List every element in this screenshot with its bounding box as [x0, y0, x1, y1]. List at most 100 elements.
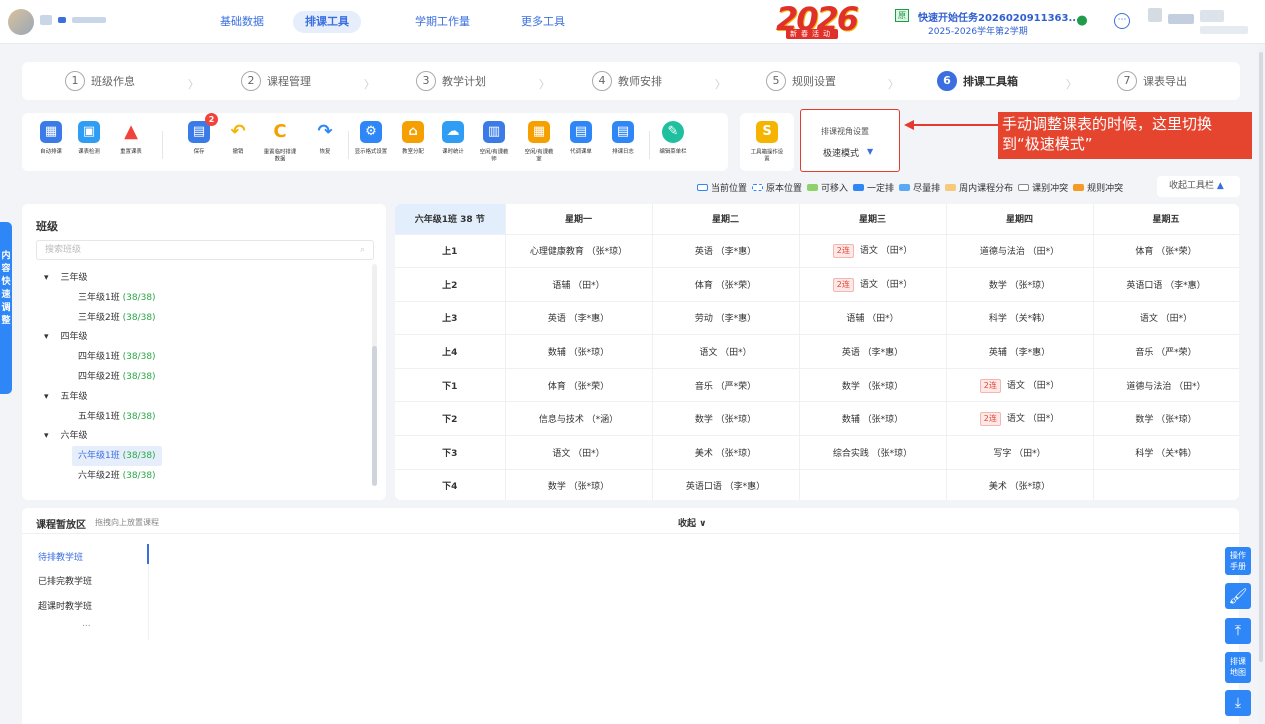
scrollbar-thumb[interactable]	[372, 346, 377, 486]
tab-pending-classes[interactable]: 待排教学班	[38, 550, 83, 563]
nav-more-tools[interactable]: 更多工具	[509, 11, 577, 33]
timetable-cell[interactable]: 英语 （李*惠）	[799, 334, 947, 369]
timetable-cell[interactable]: 道德与法治 （田*）	[946, 234, 1094, 269]
tool-edit-menu-button[interactable]: ✎ 编辑菜单栏	[654, 121, 692, 156]
timetable-cell[interactable]	[1093, 469, 1239, 500]
step-6[interactable]: 6 排课工具箱	[937, 70, 1018, 92]
wechat-icon[interactable]: ●	[1074, 13, 1090, 29]
tool-save-button[interactable]: ▤ 2 保存	[180, 113, 218, 156]
page-scrollbar[interactable]	[1258, 46, 1264, 724]
timetable-cell[interactable]: 2连 语文 （田*）	[799, 234, 947, 269]
class-tree-scrollbar[interactable]	[372, 264, 377, 486]
schedule-map-button[interactable]: 排课地图	[1225, 652, 1251, 683]
nav-term-workload[interactable]: 学期工作量	[403, 11, 482, 33]
timetable-cell[interactable]: 数学 （张*琼）	[1093, 401, 1239, 437]
step-4[interactable]: 4 教师安排	[592, 70, 662, 92]
paint-brush-icon[interactable]: 🖌	[1225, 583, 1251, 609]
caret-down-icon[interactable]: ▼	[867, 147, 873, 156]
timetable-cell[interactable]: 数辅 （张*琼）	[505, 334, 653, 369]
tool-display-settings-button[interactable]: ⚙ 显示格式设置	[352, 121, 390, 156]
timetable-cell[interactable]: 体育 （张*荣）	[1093, 234, 1239, 269]
tree-grade[interactable]: ▾ 四年级	[44, 327, 88, 347]
timetable-cell[interactable]: 语文 （田*）	[652, 334, 800, 369]
toolbox-settings-button[interactable]: S 工具箱操作设置	[748, 121, 786, 164]
caret-down-icon[interactable]: ▾	[44, 431, 49, 441]
timetable-cell[interactable]: 英语 （李*惠）	[505, 301, 653, 336]
tree-grade[interactable]: ▾ 六年级	[44, 426, 88, 446]
timetable-cell[interactable]: 综合实践 （张*琼）	[799, 435, 947, 470]
timetable-cell[interactable]: 科学 （关*韩）	[1093, 435, 1239, 470]
caret-down-icon[interactable]: ▾	[44, 392, 49, 402]
timetable-cell[interactable]: 数学 （张*琼）	[799, 367, 947, 403]
timetable-cell[interactable]: 2连 语文 （田*）	[799, 267, 947, 302]
tab-finished-classes[interactable]: 已排完教学班	[38, 574, 92, 587]
view-mode-select[interactable]: 极速模式	[823, 146, 859, 159]
timetable-cell[interactable]: 道德与法治 （田*）	[1093, 367, 1239, 403]
timetable-cell[interactable]: 数学 （张*琼）	[946, 267, 1094, 302]
user-avatar[interactable]	[1148, 8, 1162, 22]
step-2[interactable]: 2 课程管理	[241, 70, 311, 92]
message-icon[interactable]: ⋯	[1114, 13, 1130, 29]
step-3[interactable]: 3 教学计划	[416, 70, 486, 92]
tool-teacher-free-button[interactable]: ▥ 空闲/有课教师	[475, 121, 513, 164]
tree-grade[interactable]: ▾ 五年级	[44, 387, 88, 407]
manual-button[interactable]: 操作手册	[1225, 547, 1251, 575]
timetable-cell[interactable]: 数学 （张*琼）	[652, 401, 800, 437]
task-title[interactable]: 快速开始任务2026020911363...	[918, 9, 1080, 24]
collapse-toolbar-button[interactable]: 收起工具栏 ▲	[1157, 176, 1240, 197]
timetable-cell[interactable]: 语文 （田*）	[505, 435, 653, 470]
step-7[interactable]: 7 课表导出	[1117, 70, 1187, 92]
timetable-cell[interactable]: 体育 （张*荣）	[652, 267, 800, 302]
step-1[interactable]: 1 班级作息	[65, 70, 135, 92]
tool-cloud-stats-button[interactable]: ☁ 课时统计	[434, 121, 472, 156]
tool-room-free-button[interactable]: ▦ 空闲/有课教室	[520, 121, 558, 164]
tree-class[interactable]: 六年级2班 (38/38)	[78, 466, 156, 486]
timetable-cell[interactable]: 数辅 （张*琼）	[799, 401, 947, 437]
tree-class[interactable]: 五年级1班 (38/38)	[78, 407, 156, 427]
timetable-cell[interactable]: 英语口语 （李*惠）	[1093, 267, 1239, 302]
timetable-cell[interactable]: 语文 （田*）	[1093, 301, 1239, 336]
toolbox-settings[interactable]: S 工具箱操作设置	[740, 113, 794, 171]
timetable-cell[interactable]: 英语 （李*惠）	[652, 234, 800, 269]
timetable-cell[interactable]: 美术 （张*琼）	[946, 469, 1094, 500]
tool-classroom-button[interactable]: ⌂ 教室分配	[394, 121, 432, 156]
timetable-cell[interactable]: 语辅 （田*）	[505, 267, 653, 302]
tree-class[interactable]: 六年级1班 (38/38)	[72, 446, 162, 467]
timetable-cell[interactable]: 体育 （张*荣）	[505, 367, 653, 403]
class-search-input[interactable]: 搜索班级 ⌕	[36, 240, 374, 260]
tab-more[interactable]: ...	[82, 619, 91, 629]
tool-substitute-button[interactable]: ▤ 代调课单	[562, 121, 600, 156]
tool-warning-button[interactable]: ▲ 重置课表	[112, 121, 150, 156]
tree-class[interactable]: 三年级2班 (38/38)	[78, 308, 156, 328]
caret-down-icon[interactable]: ▾	[44, 273, 49, 283]
nav-schedule-tools[interactable]: 排课工具	[293, 11, 361, 33]
timetable-cell[interactable]: 2连 语文 （田*）	[946, 401, 1094, 437]
timetable-cell[interactable]: 数学 （张*琼）	[505, 469, 653, 500]
timetable-cell[interactable]: 语辅 （田*）	[799, 301, 947, 336]
step-5[interactable]: 5 规则设置	[766, 70, 836, 92]
tree-class[interactable]: 四年级1班 (38/38)	[78, 347, 156, 367]
timetable-cell[interactable]: 2连 语文 （田*）	[946, 367, 1094, 403]
scroll-top-icon[interactable]: ⤒	[1225, 618, 1251, 644]
tool-auto-schedule-button[interactable]: ▦ 自动排课	[32, 121, 70, 156]
holding-area-collapse[interactable]: 收起 ∨	[678, 516, 706, 529]
timetable-cell[interactable]: 音乐 （严*荣）	[652, 367, 800, 403]
timetable-cell[interactable]: 音乐 （严*荣）	[1093, 334, 1239, 369]
tool-undo-button[interactable]: ↶ 撤销	[219, 121, 257, 156]
tool-log-button[interactable]: ▤ 排课日志	[604, 121, 642, 156]
timetable-cell[interactable]: 科学 （关*韩）	[946, 301, 1094, 336]
tree-class[interactable]: 三年级1班 (38/38)	[78, 288, 156, 308]
timetable-cell[interactable]: 美术 （张*琼）	[652, 435, 800, 470]
caret-down-icon[interactable]: ▾	[44, 332, 49, 342]
nav-basic-data[interactable]: 基础数据	[208, 11, 276, 33]
timetable-cell[interactable]: 信息与技术 （*涵）	[505, 401, 653, 437]
tree-class[interactable]: 四年级2班 (38/38)	[78, 367, 156, 387]
tool-reset-data-button[interactable]: C 重置临时排课数据	[261, 121, 299, 164]
tree-grade[interactable]: ▾ 三年级	[44, 268, 88, 288]
tool-redo-button[interactable]: ↷ 恢复	[306, 121, 344, 156]
scrollbar-thumb[interactable]	[1259, 52, 1263, 662]
timetable-cell[interactable]: 写字 （田*）	[946, 435, 1094, 470]
timetable-cell[interactable]: 英辅 （李*惠）	[946, 334, 1094, 369]
timetable-cell[interactable]: 心理健康教育 （张*琼）	[505, 234, 653, 269]
tool-schedule-check-button[interactable]: ▣ 课表检测	[70, 121, 108, 156]
